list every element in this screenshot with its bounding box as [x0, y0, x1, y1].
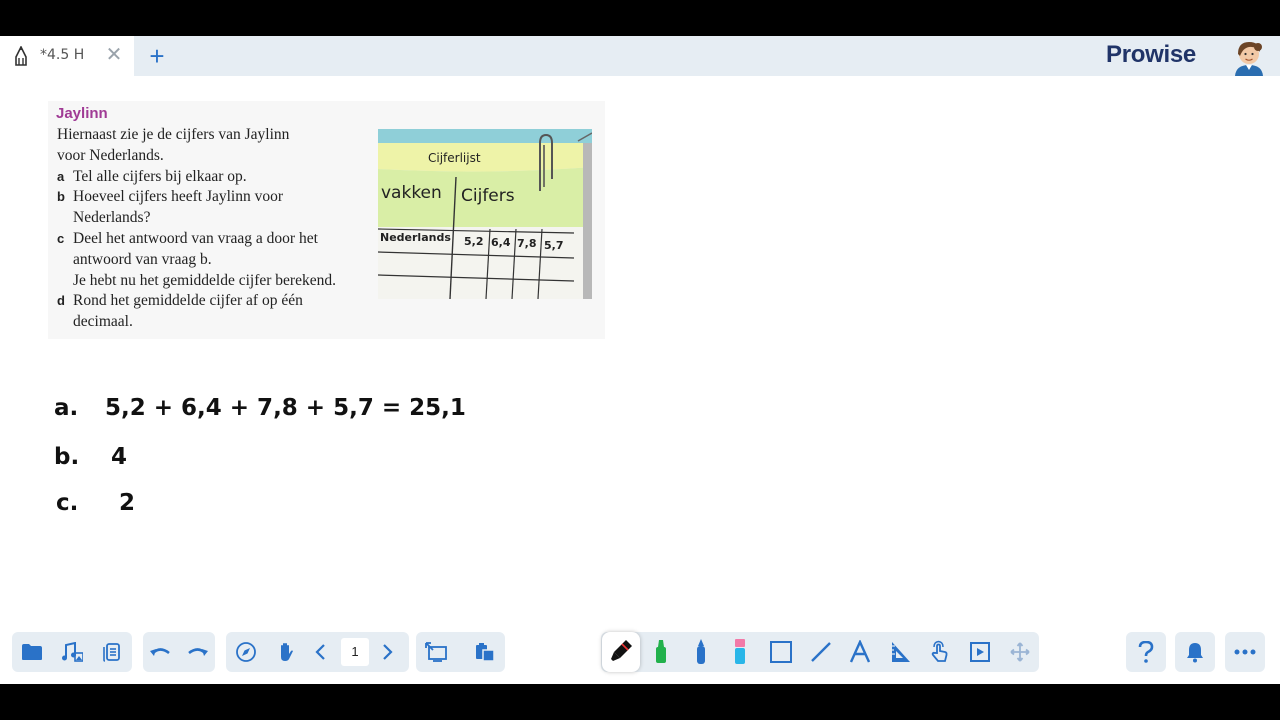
move-toolbar-button[interactable] [1000, 632, 1040, 672]
hand-icon [281, 643, 293, 661]
touch-icon [931, 640, 948, 662]
screen-capture-icon [425, 642, 447, 662]
app-window: *4.5 H ✕ + Prowise Jaylinn Hiernaast zie… [0, 36, 1280, 684]
text-icon [849, 640, 871, 663]
history-group [143, 632, 215, 672]
move-icon [1010, 642, 1030, 662]
answer-a-text: 5,2 + 6,4 + 7,8 + 5,7 = 25,1 [105, 395, 466, 421]
tab-close-button[interactable]: ✕ [104, 44, 124, 66]
screen-capture-button[interactable] [416, 632, 456, 672]
frame-icon [970, 642, 990, 662]
media-icon [62, 642, 83, 662]
navigation-group: 1 [226, 632, 409, 672]
help-button[interactable] [1126, 632, 1166, 672]
text-tool-button[interactable] [840, 632, 880, 672]
previous-page-button[interactable] [306, 632, 334, 672]
user-avatar-icon[interactable] [1232, 40, 1266, 76]
pen-blue-button[interactable] [681, 632, 721, 672]
green-marker-icon [656, 640, 666, 663]
next-page-button[interactable] [374, 632, 402, 672]
tab-current[interactable]: *4.5 H ✕ [0, 36, 134, 76]
tab-title: *4.5 H [40, 47, 85, 63]
ruler-triangle-icon [892, 642, 910, 662]
navigate-button[interactable] [226, 632, 266, 672]
bell-icon [1187, 643, 1203, 663]
pages-icon [103, 643, 120, 662]
help-group [1126, 632, 1166, 672]
handwriting-layer: a. 5,2 + 6,4 + 7,8 + 5,7 = 25,1 b. 4 c. … [54, 395, 466, 516]
pan-button[interactable] [266, 632, 306, 672]
pencil-icon [15, 46, 27, 66]
notifications-button[interactable] [1175, 632, 1215, 672]
file-tools-group [12, 632, 132, 672]
insert-frame-button[interactable] [960, 632, 1000, 672]
drawing-tools-group [601, 632, 1039, 672]
more-group [1225, 632, 1265, 672]
chevron-left-icon [315, 644, 325, 660]
page-overview-button[interactable] [92, 632, 132, 672]
notifications-group [1175, 632, 1215, 672]
square-icon [770, 641, 792, 663]
add-tab-button[interactable]: + [144, 42, 170, 70]
shape-tool-button[interactable] [761, 632, 801, 672]
answer-a-label: a. [54, 395, 78, 421]
edit-group [416, 632, 505, 672]
answer-c-label: c. [56, 490, 78, 516]
page-number[interactable]: 1 [341, 638, 369, 666]
redo-button[interactable] [178, 632, 218, 672]
select-tool-button[interactable] [920, 632, 960, 672]
line-icon [811, 642, 831, 662]
answer-b-label: b. [54, 444, 79, 470]
bottom-toolbar: 1 [0, 632, 1280, 672]
media-library-button[interactable] [52, 632, 92, 672]
pink-marker-icon [735, 639, 745, 664]
more-dots-icon [1234, 649, 1256, 655]
more-options-button[interactable] [1225, 632, 1265, 672]
answer-c-text: 2 [119, 490, 135, 516]
compass-icon [236, 642, 256, 662]
chevron-right-icon [383, 644, 393, 660]
ruler-tool-button[interactable] [880, 632, 920, 672]
pen-black-button[interactable] [602, 632, 640, 672]
answer-b-text: 4 [111, 444, 127, 470]
redo-icon [188, 648, 208, 656]
prowise-logo: Prowise [1106, 41, 1196, 68]
question-mark-icon [1138, 641, 1154, 663]
undo-button[interactable] [140, 632, 180, 672]
open-folder-button[interactable] [12, 632, 52, 672]
black-marker-icon [611, 640, 632, 661]
whiteboard-canvas[interactable]: Jaylinn Hiernaast zie je de cijfers van … [0, 76, 1280, 636]
clipboard-icon [476, 643, 495, 662]
highlighter-green-button[interactable] [641, 632, 681, 672]
folder-icon [22, 644, 42, 660]
undo-icon [150, 648, 170, 656]
line-tool-button[interactable] [801, 632, 841, 672]
blue-pen-icon [697, 639, 705, 664]
highlighter-pink-button[interactable] [720, 632, 760, 672]
paste-button[interactable] [465, 632, 505, 672]
tab-bar: *4.5 H ✕ + Prowise [0, 36, 1280, 76]
